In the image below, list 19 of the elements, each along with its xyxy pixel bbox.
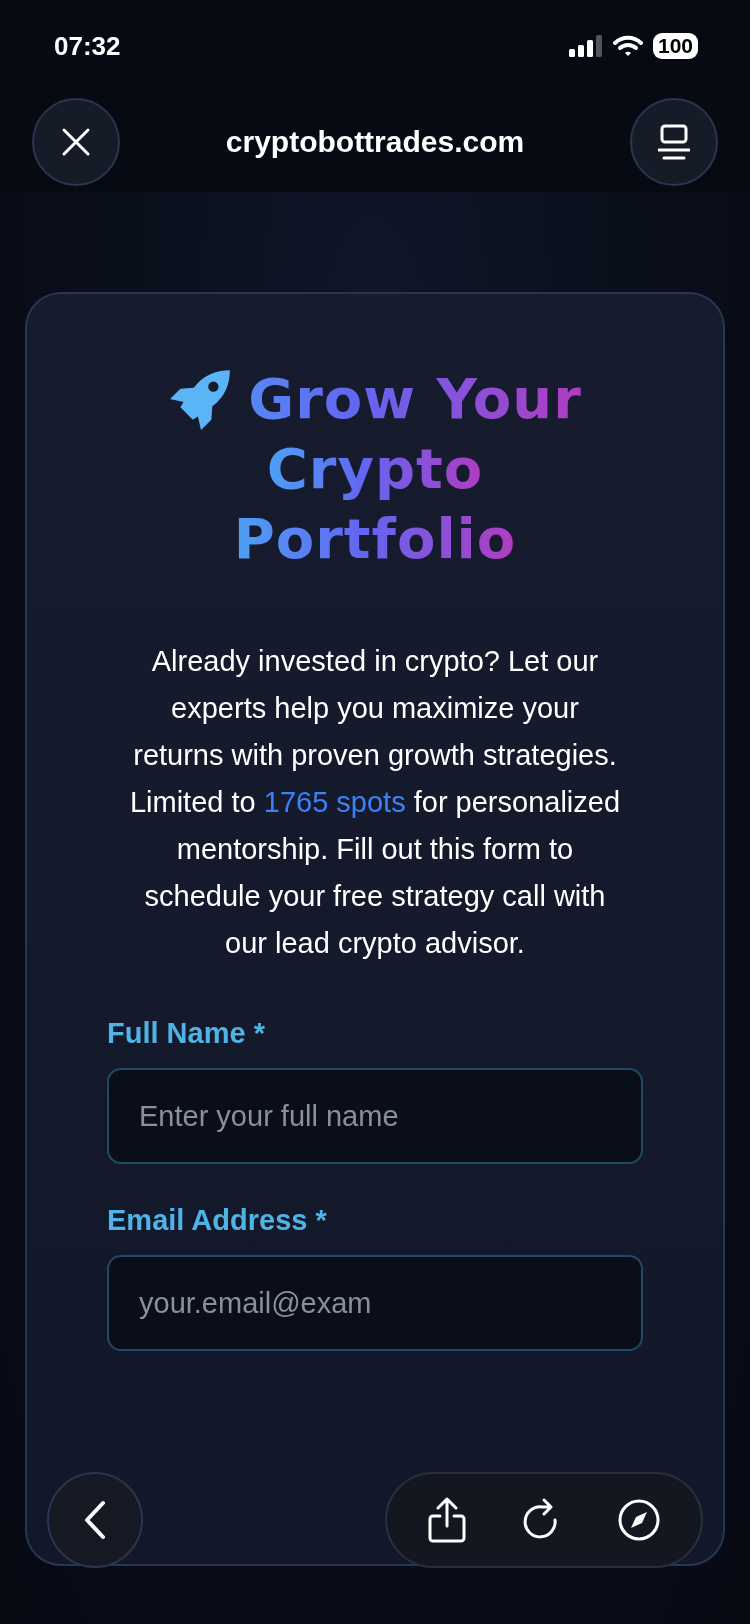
- field-label: Full Name *: [107, 1017, 266, 1050]
- signal-icon: [568, 35, 603, 57]
- input-field[interactable]: Enter your full name: [107, 1068, 643, 1164]
- close-icon: [61, 127, 91, 157]
- compass-icon: [617, 1498, 662, 1542]
- back-icon: [83, 1500, 107, 1540]
- intro-text: Already invested in crypto? Let our experts help you maximize your returns with proven growth strategies.: [132, 644, 618, 773]
- input-field[interactable]: your.email@exam: [107, 1255, 643, 1351]
- title-line: Portfolio: [233, 505, 517, 573]
- share-icon: [426, 1497, 467, 1543]
- status-time: 07:32: [54, 30, 121, 62]
- wifi-icon: [612, 35, 643, 57]
- field-label: Email Address *: [107, 1204, 328, 1237]
- title-line: Crypto: [266, 435, 484, 503]
- title-line: Grow Your: [248, 365, 582, 433]
- battery-level: 100: [652, 33, 698, 59]
- tabs-icon: [658, 124, 690, 160]
- offer-text: Limited to 1765 spots for personalized mentorship. Fill out this form to schedule your free strategy call with our lead crypto advisor.: [128, 785, 622, 961]
- page-url: cryptobottrades.com: [225, 125, 525, 159]
